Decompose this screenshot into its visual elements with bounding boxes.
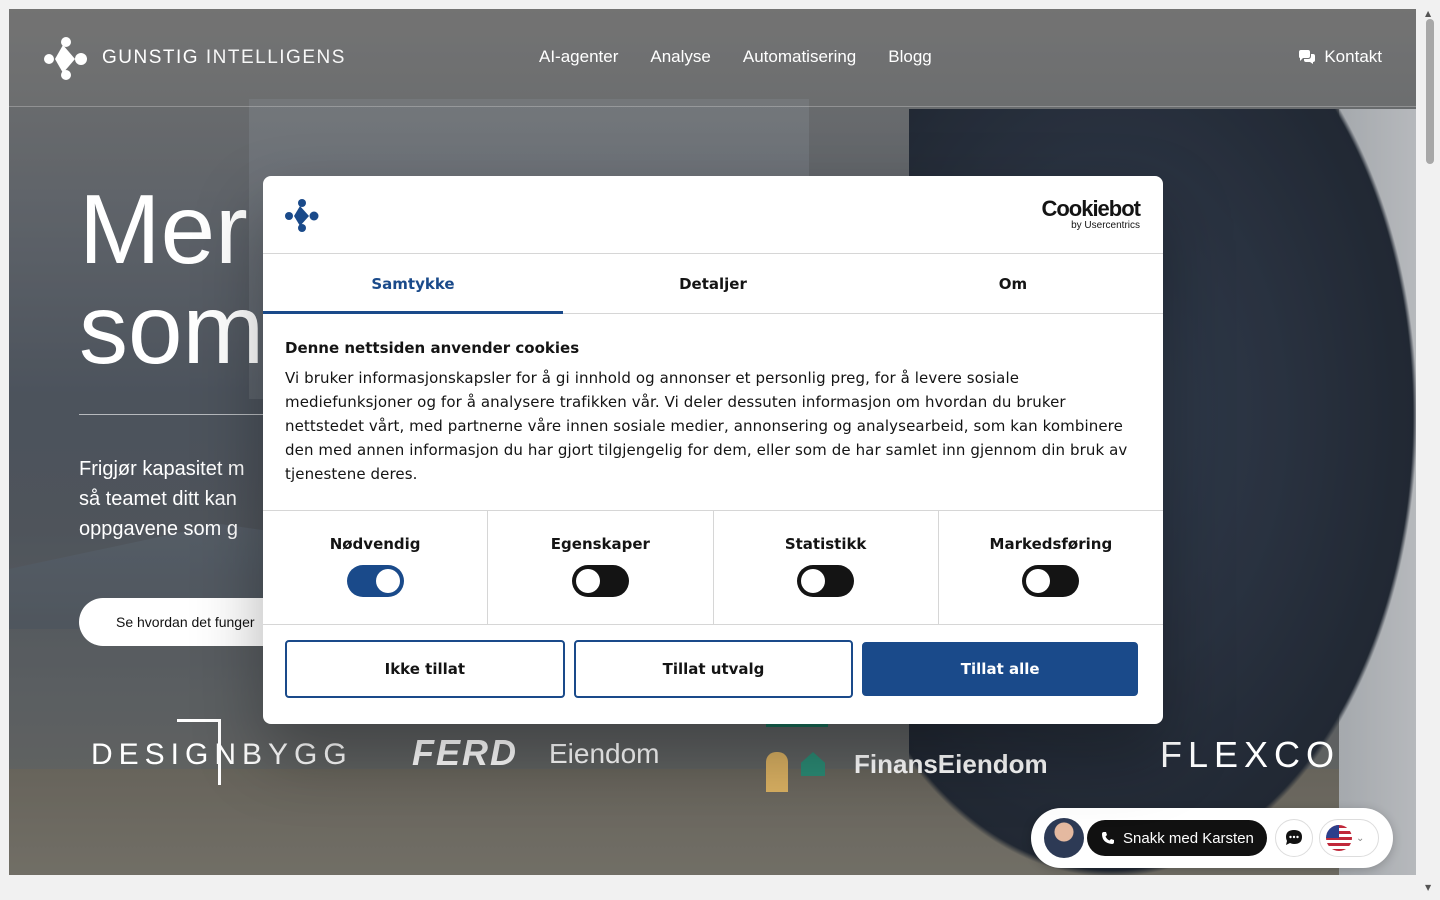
category-egenskaper: Egenskaper [488, 511, 714, 624]
toggle-egenskaper[interactable] [571, 565, 629, 597]
allow-selection-button[interactable]: Tillat utvalg [573, 640, 854, 698]
brand-name-bold: GUNSTIG [102, 47, 200, 68]
category-statistikk: Statistikk [714, 511, 939, 624]
scroll-down-arrow-icon[interactable]: ▼ [1425, 883, 1431, 892]
cookie-dialog-body: Denne nettsiden anvender cookies Vi bruk… [263, 314, 1163, 511]
chat-widget: Snakk med Karsten ⌄ [1031, 808, 1393, 868]
hero-subtitle: Frigjør kapasitet m så teamet ditt kan o… [79, 454, 245, 544]
site-logo-icon [285, 199, 319, 232]
cookie-dialog-text: Vi bruker informasjonskapsler for å gi i… [285, 369, 1128, 483]
chat-bubbles-icon [1299, 50, 1316, 64]
call-agent-label: Snakk med Karsten [1123, 829, 1254, 847]
language-selector[interactable]: ⌄ [1319, 819, 1379, 857]
finans-logo-house-icon [801, 752, 825, 776]
hero-divider [79, 414, 269, 415]
cookie-consent-dialog: Cookiebot by Usercentrics Samtykke Detal… [263, 176, 1163, 724]
ferd-logo: FERD [412, 732, 518, 773]
client-logos: DESIGNBYGG FERD Eiendom FinansEiendom FL… [9, 714, 1416, 804]
deny-button[interactable]: Ikke tillat [285, 640, 565, 698]
designbygg-logo: DESIGNBYGG [91, 738, 353, 771]
category-label: Egenskaper [550, 535, 650, 553]
nav-analyse[interactable]: Analyse [650, 47, 710, 67]
cookiebot-brand: Cookiebot [1041, 196, 1141, 221]
brand-name-light: INTELLIGENS [205, 47, 346, 68]
finans-logo-shape [766, 752, 788, 792]
hero-subtitle-line: så teamet ditt kan [79, 488, 237, 510]
toggle-knob [575, 569, 600, 593]
main-nav: AI-agenter Analyse Automatisering Blogg [539, 47, 932, 67]
tab-samtykke[interactable]: Samtykke [263, 254, 563, 314]
hero-title-line-2: som [79, 274, 265, 384]
ferd-logo-suffix: Eiendom [549, 738, 660, 769]
cookie-dialog-header: Cookiebot by Usercentrics [263, 176, 1163, 254]
nav-ai-agenter[interactable]: AI-agenter [539, 47, 618, 67]
cookie-dialog-tabs: Samtykke Detaljer Om [263, 254, 1163, 314]
hero-title: Mer som [79, 179, 264, 379]
brand-name[interactable]: GUNSTIG INTELLIGENS [102, 47, 346, 69]
cookiebot-logo[interactable]: Cookiebot by Usercentrics [1041, 196, 1141, 232]
cookie-dialog-title: Denne nettsiden anvender cookies [285, 339, 580, 357]
cookie-categories: Nødvendig Egenskaper Statistikk Markedsf… [263, 511, 1163, 625]
call-agent-button[interactable]: Snakk med Karsten [1087, 820, 1267, 856]
toggle-knob [375, 569, 400, 593]
category-label: Markedsføring [989, 535, 1113, 553]
category-markedsforing: Markedsføring [939, 511, 1163, 624]
cookie-dialog-actions: Ikke tillat Tillat utvalg Tillat alle [263, 625, 1163, 698]
tab-detaljer[interactable]: Detaljer [563, 254, 863, 313]
hero-subtitle-line: Frigjør kapasitet m [79, 458, 245, 480]
nav-automatisering[interactable]: Automatisering [743, 47, 856, 67]
toggle-nodvendig[interactable] [346, 565, 404, 597]
hero-title-line-1: Mer [79, 174, 248, 284]
finanseiendom-logo: FinansEiendom [854, 749, 1048, 779]
toggle-statistikk[interactable] [797, 565, 855, 597]
agent-avatar[interactable] [1044, 818, 1084, 858]
tab-om[interactable]: Om [863, 254, 1163, 313]
toggle-knob [1026, 569, 1051, 593]
scrollbar-thumb[interactable] [1426, 19, 1434, 164]
nav-blogg[interactable]: Blogg [888, 47, 931, 67]
contact-label: Kontakt [1324, 47, 1382, 66]
phone-icon [1102, 832, 1114, 844]
category-label: Statistikk [784, 535, 867, 553]
chevron-down-icon: ⌄ [1356, 832, 1365, 844]
category-nodvendig: Nødvendig [263, 511, 489, 624]
cookiebot-brand-sub: by Usercentrics [1071, 220, 1140, 231]
allow-all-button[interactable]: Tillat alle [862, 642, 1139, 696]
brand-logo-icon[interactable] [43, 35, 89, 81]
us-flag-icon [1326, 825, 1352, 851]
flexco-logo: FLEXCO [1160, 734, 1341, 775]
category-label: Nødvendig [329, 535, 421, 553]
scroll-up-arrow-icon[interactable]: ▲ [1425, 9, 1431, 18]
contact-link[interactable]: Kontakt [1298, 47, 1382, 67]
page-scrollbar[interactable]: ▲ ▼ [1423, 9, 1435, 892]
chat-icon [1286, 830, 1302, 845]
toggle-knob [801, 569, 826, 593]
toggle-markedsforing[interactable] [1022, 565, 1080, 597]
site-header: GUNSTIG INTELLIGENS AI-agenter Analyse A… [9, 9, 1416, 107]
open-chat-button[interactable] [1275, 819, 1313, 857]
hero-subtitle-line: oppgavene som g [79, 518, 239, 540]
